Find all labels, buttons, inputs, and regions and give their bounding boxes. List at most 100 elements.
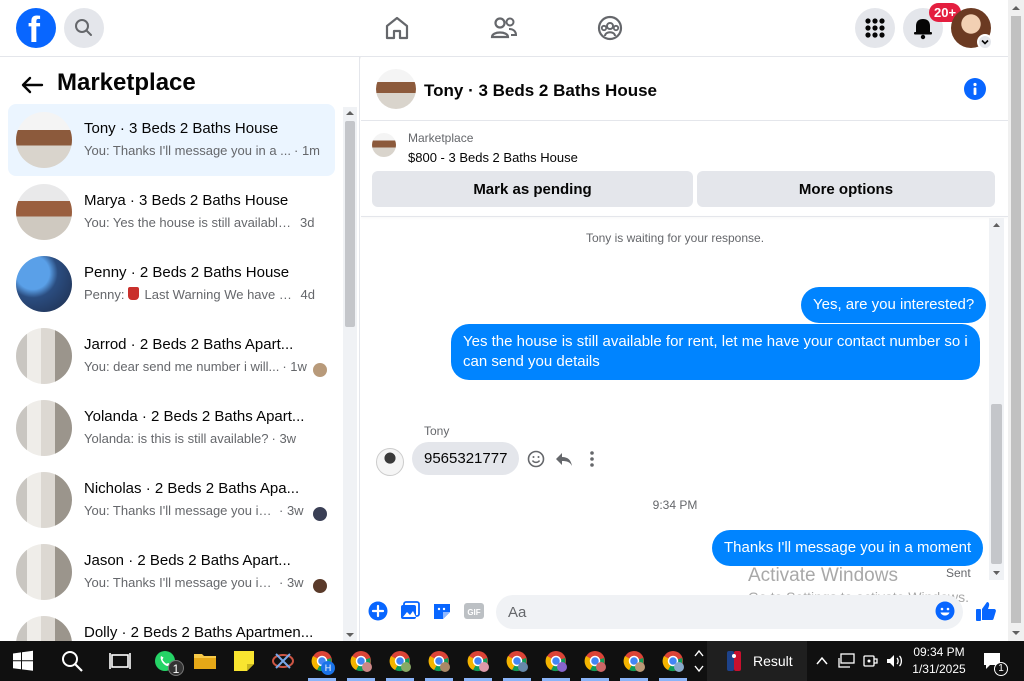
chrome-profile-badge: H (321, 661, 335, 675)
scroll-up-icon[interactable] (989, 218, 1004, 232)
snipping-tool-icon[interactable] (271, 649, 295, 673)
listing-title[interactable]: $800 - 3 Beds 2 Baths House (408, 150, 578, 165)
scroll-up-icon[interactable] (1008, 0, 1024, 16)
chat-scroll-thumb[interactable] (991, 404, 1002, 564)
chrome-icon[interactable] (583, 649, 607, 673)
emoji-icon[interactable] (935, 601, 955, 621)
sticker-icon[interactable] (432, 601, 452, 621)
chrome-icon[interactable] (661, 649, 685, 673)
scroll-up-icon[interactable] (343, 107, 357, 119)
listing-thumbnail (16, 544, 72, 600)
chrome-icon[interactable] (544, 649, 568, 673)
sidebar-scroll-thumb[interactable] (345, 121, 355, 327)
whatsapp-badge: 1 (168, 660, 184, 676)
conversation-item[interactable]: Jason · 2 Beds 2 Baths Apart... You: Tha… (8, 536, 335, 608)
battery-icon[interactable] (862, 653, 880, 669)
outgoing-message[interactable]: Yes the house is still available for ren… (451, 324, 980, 380)
clock-date[interactable]: 1/31/2025 (906, 662, 972, 676)
conversation-item[interactable]: Yolanda · 2 Beds 2 Baths Apart... Yoland… (8, 392, 335, 464)
chrome-icon[interactable] (388, 649, 412, 673)
react-icon[interactable] (526, 449, 546, 469)
more-options-button[interactable]: More options (697, 171, 995, 207)
banner-divider (361, 216, 1008, 217)
back-arrow-icon[interactable] (18, 73, 46, 97)
conversation-name: Dolly · 2 Beds 2 Baths Apartmen... (84, 624, 314, 641)
chrome-icon[interactable] (427, 649, 451, 673)
conversation-item[interactable]: Jarrod · 2 Beds 2 Baths Apart... You: de… (8, 320, 335, 392)
photo-icon[interactable] (400, 601, 420, 621)
notification-center-badge: 1 (994, 662, 1008, 676)
listing-thumbnail (16, 472, 72, 528)
reply-icon[interactable] (554, 449, 574, 469)
menu-button[interactable] (855, 8, 895, 48)
conversation-list: Tony · 3 Beds 2 Baths House You: Thanks … (8, 104, 335, 641)
friends-icon[interactable] (488, 12, 520, 44)
listing-thumbnail (16, 184, 72, 240)
chevron-down-icon[interactable] (977, 34, 993, 50)
scroll-down-icon[interactable] (989, 566, 1004, 580)
mark-pending-button[interactable]: Mark as pending (372, 171, 693, 207)
listing-thumbnail (16, 400, 72, 456)
menu-grid-icon (865, 18, 885, 38)
search-icon (75, 19, 92, 36)
info-icon[interactable] (964, 78, 986, 100)
chat-avatar[interactable] (376, 69, 416, 109)
conversation-preview: You: dear send me number i will... · 1w (84, 359, 307, 374)
page-scroll-thumb[interactable] (1011, 16, 1021, 623)
sender-avatar[interactable] (376, 448, 404, 476)
sidebar-title: Marketplace (57, 69, 196, 96)
chrome-icon[interactable] (349, 649, 373, 673)
news-widget[interactable]: Result (707, 641, 807, 681)
conversation-item[interactable]: Penny · 2 Beds 2 Baths House Penny: Last … (8, 248, 335, 320)
plus-circle-icon[interactable] (368, 601, 388, 621)
conversation-preview: You: Thanks I'll message you in a ... · 1… (84, 143, 320, 158)
outgoing-message[interactable]: Yes, are you interested? (801, 287, 987, 323)
chat-header: Tony · 3 Beds 2 Baths House (361, 57, 1008, 121)
chrome-icon[interactable] (622, 649, 646, 673)
more-dots-icon[interactable] (582, 449, 602, 469)
search-button[interactable] (64, 8, 104, 48)
incoming-message[interactable]: 9565321777 (412, 442, 520, 475)
volume-icon[interactable] (886, 653, 904, 669)
conversation-name: Nicholas · 2 Beds 2 Baths Apa... (84, 480, 300, 497)
network-icon[interactable] (838, 653, 856, 669)
sticky-notes-icon[interactable] (232, 649, 256, 673)
groups-icon[interactable] (594, 12, 626, 44)
conversation-item[interactable]: Dolly · 2 Beds 2 Baths Apartmen... (8, 608, 335, 641)
chrome-icon[interactable] (505, 649, 529, 673)
nba-logo-icon (727, 651, 741, 671)
svg-text:GIF: GIF (467, 608, 480, 617)
message-input[interactable] (496, 595, 963, 629)
conversation-name: Jarrod · 2 Beds 2 Baths Apart... (84, 336, 294, 353)
top-navigation: f 20+ (0, 0, 1008, 57)
outgoing-message[interactable]: Thanks I'll message you in a moment (712, 530, 984, 566)
file-explorer-icon[interactable] (193, 649, 217, 673)
chevron-up-icon[interactable] (815, 654, 829, 668)
scroll-down-icon[interactable] (1008, 625, 1024, 641)
conversation-name: Jason · 2 Beds 2 Baths Apart... (84, 552, 291, 569)
clock-time[interactable]: 09:34 PM (906, 645, 972, 659)
scroll-down-icon[interactable] (343, 629, 357, 641)
chrome-icon[interactable] (466, 649, 490, 673)
conversation-item[interactable]: Tony · 3 Beds 2 Baths House You: Thanks … (8, 104, 335, 176)
search-icon[interactable] (60, 649, 84, 673)
message-status: Sent (946, 566, 971, 580)
sidebar-scrollbar[interactable] (343, 107, 357, 641)
seen-avatar (313, 579, 327, 593)
task-view-icon[interactable] (108, 649, 132, 673)
activate-windows-watermark: Activate Windows (748, 565, 898, 586)
marketplace-label: Marketplace (408, 131, 474, 145)
chat-title[interactable]: Tony · 3 Beds 2 Baths House (424, 81, 657, 101)
conversation-item[interactable]: Nicholas · 2 Beds 2 Baths Apa... You: Th… (8, 464, 335, 536)
gif-icon[interactable]: GIF (464, 601, 484, 621)
home-icon[interactable] (381, 12, 413, 44)
facebook-logo-icon[interactable]: f (16, 8, 56, 50)
marketplace-sidebar: Marketplace Tony · 3 Beds 2 Baths House … (0, 57, 360, 641)
listing-thumbnail[interactable] (372, 133, 396, 157)
taskbar-scroll-icon[interactable] (692, 645, 706, 677)
conversation-item[interactable]: Marya · 3 Beds 2 Baths House You: Yes th… (8, 176, 335, 248)
chat-scrollbar[interactable] (989, 218, 1004, 580)
thumbs-up-icon[interactable] (975, 600, 997, 622)
windows-start-icon[interactable] (12, 650, 34, 672)
page-scrollbar[interactable] (1008, 0, 1024, 641)
